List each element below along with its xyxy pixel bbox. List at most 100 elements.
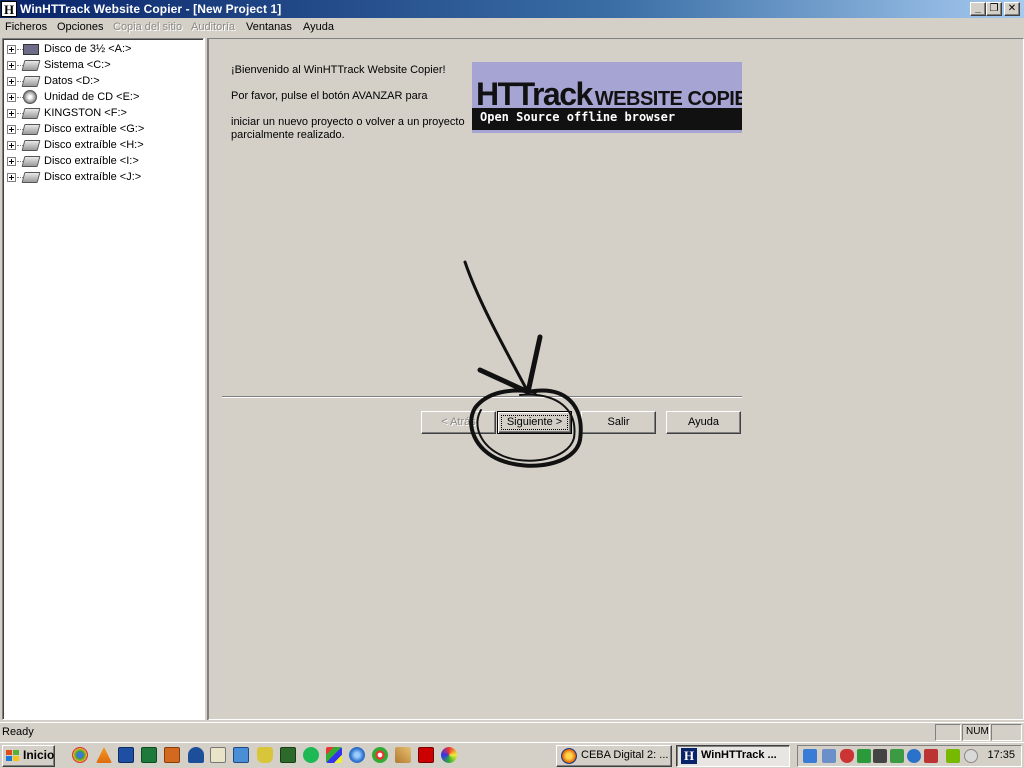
status-panel-empty-2 bbox=[991, 724, 1022, 741]
httrack-logo: HTTrackWEBSITE COPIER Open Source offlin… bbox=[472, 62, 742, 133]
httrack-task-icon: H bbox=[681, 748, 697, 764]
excel-icon[interactable] bbox=[141, 747, 157, 763]
welcome-instruction: Por favor, pulse el botón AVANZAR para bbox=[231, 90, 428, 102]
paint-icon[interactable] bbox=[326, 747, 342, 763]
pinwheel-icon[interactable] bbox=[441, 747, 457, 763]
menu-ventanas[interactable]: Ventanas bbox=[246, 21, 292, 33]
removable-drive-icon bbox=[21, 108, 41, 119]
spotify-icon[interactable] bbox=[303, 747, 319, 763]
update-icon[interactable] bbox=[857, 749, 871, 763]
expand-icon[interactable] bbox=[7, 141, 16, 150]
notepad-icon[interactable] bbox=[210, 747, 226, 763]
expand-icon[interactable] bbox=[7, 173, 16, 182]
menu-copia-del-sitio[interactable]: Copia del sitio bbox=[113, 21, 182, 33]
powerpoint-icon[interactable] bbox=[164, 747, 180, 763]
windows-logo-icon bbox=[6, 750, 20, 762]
tree-item-label: Disco de 3½ <A:> bbox=[44, 43, 132, 55]
status-panel-empty bbox=[935, 724, 961, 741]
logo-tagline: Open Source offline browser bbox=[472, 108, 742, 130]
removable-drive-icon bbox=[21, 124, 41, 135]
help-button[interactable]: Ayuda bbox=[666, 411, 741, 434]
close-button[interactable]: ✕ bbox=[1004, 2, 1020, 16]
pdf-reader-icon[interactable] bbox=[418, 747, 434, 763]
hard-drive-icon bbox=[21, 76, 41, 87]
exit-button[interactable]: Salir bbox=[581, 411, 656, 434]
removable-drive-icon bbox=[21, 140, 41, 151]
num-lock-indicator: NUM bbox=[962, 724, 990, 741]
task-label: CEBA Digital 2: ... bbox=[581, 749, 669, 761]
chip-icon[interactable] bbox=[873, 749, 887, 763]
tree-item-label: Disco extraíble <I:> bbox=[44, 155, 139, 167]
clock[interactable]: 17:35 bbox=[987, 749, 1015, 761]
expand-icon[interactable] bbox=[7, 157, 16, 166]
tree-item-e[interactable]: Unidad de CD <E:> bbox=[7, 89, 197, 105]
goblet-icon[interactable] bbox=[257, 747, 273, 763]
expand-icon[interactable] bbox=[7, 61, 16, 70]
start-button[interactable]: Inicio bbox=[2, 745, 55, 767]
usb-icon[interactable] bbox=[890, 749, 904, 763]
tools-icon[interactable] bbox=[395, 747, 411, 763]
tree-item-label: Unidad de CD <E:> bbox=[44, 91, 140, 103]
tree-item-a[interactable]: Disco de 3½ <A:> bbox=[7, 41, 197, 57]
title-bar[interactable]: WinHTTrack Website Copier - [New Project… bbox=[0, 0, 1024, 18]
system-tray: 17:35 bbox=[797, 745, 1022, 767]
menu-opciones[interactable]: Opciones bbox=[57, 21, 103, 33]
chrome-icon[interactable] bbox=[72, 747, 88, 763]
next-button[interactable]: Siguiente > bbox=[497, 411, 572, 434]
floppy-drive-icon bbox=[23, 44, 39, 55]
minimize-button[interactable]: _ bbox=[970, 2, 986, 16]
tree-item-j[interactable]: Disco extraíble <J:> bbox=[7, 169, 197, 185]
explorer-icon[interactable] bbox=[233, 747, 249, 763]
tree-item-label: Sistema <C:> bbox=[44, 59, 111, 71]
headphones-icon[interactable] bbox=[188, 747, 204, 763]
hard-drive-icon bbox=[21, 60, 41, 71]
picture-icon[interactable] bbox=[280, 747, 296, 763]
removable-drive-icon bbox=[21, 156, 41, 167]
taskbar: Inicio CEBA Digital 2: ... H WinHTTrack … bbox=[0, 742, 1024, 768]
tree-item-h[interactable]: Disco extraíble <H:> bbox=[7, 137, 197, 153]
start-label: Inicio bbox=[23, 748, 55, 762]
firefox-icon bbox=[561, 748, 577, 764]
welcome-instruction-cont: iniciar un nuevo proyecto o volver a un … bbox=[231, 116, 465, 128]
taskbar-item-ceba[interactable]: CEBA Digital 2: ... bbox=[556, 745, 672, 767]
antivirus-shield-icon[interactable] bbox=[840, 749, 854, 763]
tree-item-label: Datos <D:> bbox=[44, 75, 100, 87]
tree-item-g[interactable]: Disco extraíble <G:> bbox=[7, 121, 197, 137]
menu-auditoria[interactable]: Auditoría bbox=[191, 21, 235, 33]
display-icon[interactable] bbox=[907, 749, 921, 763]
tree-item-label: Disco extraíble <J:> bbox=[44, 171, 142, 183]
restore-button[interactable]: ❐ bbox=[986, 2, 1002, 16]
menu-bar: Ficheros Opciones Copia del sitio Audito… bbox=[0, 18, 1024, 38]
drive-tree[interactable]: Disco de 3½ <A:> Sistema <C:> Datos <D:>… bbox=[2, 38, 204, 720]
network-icon[interactable] bbox=[803, 749, 817, 763]
wizard-separator bbox=[222, 396, 742, 398]
cd-drive-icon bbox=[23, 90, 37, 104]
expand-icon[interactable] bbox=[7, 45, 16, 54]
globe-icon[interactable] bbox=[349, 747, 365, 763]
expand-icon[interactable] bbox=[7, 77, 16, 86]
status-bar: Ready NUM bbox=[0, 722, 1024, 742]
volume-icon[interactable] bbox=[924, 749, 938, 763]
tree-item-d[interactable]: Datos <D:> bbox=[7, 73, 197, 89]
messenger-icon[interactable] bbox=[964, 749, 978, 763]
tree-item-f[interactable]: KINGSTON <F:> bbox=[7, 105, 197, 121]
menu-ficheros[interactable]: Ficheros bbox=[5, 21, 47, 33]
removable-drive-icon bbox=[21, 172, 41, 183]
tree-item-label: KINGSTON <F:> bbox=[44, 107, 127, 119]
picasa-icon[interactable] bbox=[372, 747, 388, 763]
tree-item-i[interactable]: Disco extraíble <I:> bbox=[7, 153, 197, 169]
httrack-app-icon[interactable] bbox=[1, 1, 17, 18]
expand-icon[interactable] bbox=[7, 125, 16, 134]
status-text: Ready bbox=[2, 726, 34, 738]
tree-item-c[interactable]: Sistema <C:> bbox=[7, 57, 197, 73]
vlc-icon[interactable] bbox=[96, 747, 112, 763]
wifi-icon[interactable] bbox=[822, 749, 836, 763]
back-button[interactable]: < Atrás bbox=[421, 411, 496, 434]
taskbar-item-winhttrack[interactable]: H WinHTTrack ... bbox=[676, 745, 790, 767]
word-icon[interactable] bbox=[118, 747, 134, 763]
welcome-instruction-end: parcialmente realizado. bbox=[231, 129, 345, 141]
expand-icon[interactable] bbox=[7, 93, 16, 102]
expand-icon[interactable] bbox=[7, 109, 16, 118]
menu-ayuda[interactable]: Ayuda bbox=[303, 21, 334, 33]
nvidia-icon[interactable] bbox=[946, 749, 960, 763]
